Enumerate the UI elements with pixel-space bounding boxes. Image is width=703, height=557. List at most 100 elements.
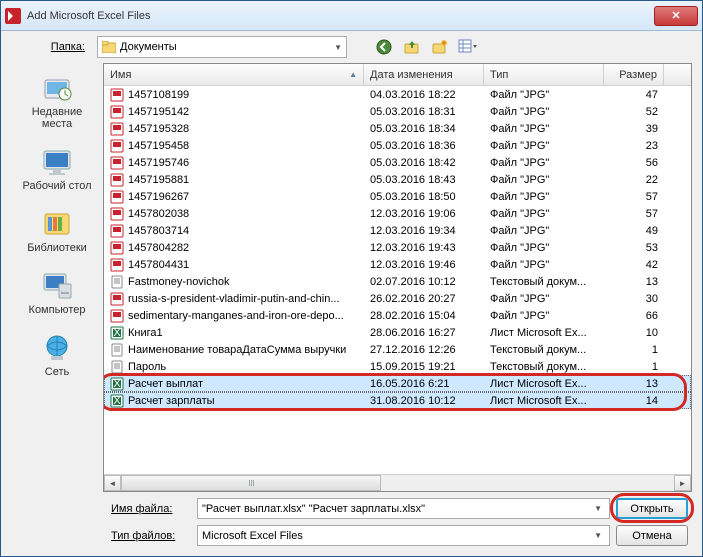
file-size: 22 (604, 174, 664, 186)
window-title: Add Microsoft Excel Files (27, 10, 654, 22)
file-row[interactable]: 145719574605.03.2016 18:42Файл "JPG"56 (104, 154, 691, 171)
file-row[interactable]: 145719532805.03.2016 18:34Файл "JPG"39 (104, 120, 691, 137)
file-type: Лист Microsoft Ex... (484, 327, 604, 339)
place-network[interactable]: Сеть (17, 327, 97, 383)
filename-combobox[interactable]: "Расчет выплат.xlsx" "Расчет зарплаты.xl… (197, 498, 610, 519)
file-type: Текстовый докум... (484, 344, 604, 356)
scroll-thumb[interactable] (121, 475, 381, 491)
place-label: Библиотеки (27, 242, 87, 254)
place-libraries[interactable]: Библиотеки (17, 203, 97, 259)
scroll-right-button[interactable]: ► (674, 475, 691, 491)
file-date: 27.12.2016 12:26 (364, 344, 484, 356)
file-row[interactable]: 145780443112.03.2016 19:46Файл "JPG"42 (104, 256, 691, 273)
scroll-left-button[interactable]: ◄ (104, 475, 121, 491)
places-bar: Недавние места Рабочий стол Библиотеки К… (11, 63, 103, 492)
file-listing: Имя▲ Дата изменения Тип Размер 145710819… (103, 63, 692, 492)
file-row[interactable]: 145719545805.03.2016 18:36Файл "JPG"23 (104, 137, 691, 154)
file-row[interactable]: 145719514205.03.2016 18:31Файл "JPG"52 (104, 103, 691, 120)
file-row[interactable]: 145719588105.03.2016 18:43Файл "JPG"22 (104, 171, 691, 188)
file-row[interactable]: 145719626705.03.2016 18:50Файл "JPG"57 (104, 188, 691, 205)
place-label: Рабочий стол (22, 180, 91, 192)
place-desktop[interactable]: Рабочий стол (17, 141, 97, 197)
file-row[interactable]: 145710819904.03.2016 18:22Файл "JPG"47 (104, 86, 691, 103)
file-list[interactable]: 145710819904.03.2016 18:22Файл "JPG"4714… (104, 86, 691, 474)
file-type-icon (110, 224, 124, 238)
file-size: 56 (604, 157, 664, 169)
file-size: 66 (604, 310, 664, 322)
file-name: 1457804282 (128, 242, 189, 254)
file-row[interactable]: 145780428212.03.2016 19:43Файл "JPG"53 (104, 239, 691, 256)
place-label: Сеть (45, 366, 69, 378)
file-type: Лист Microsoft Ex... (484, 395, 604, 407)
adobe-pdf-icon (5, 8, 21, 24)
folder-combobox-text: Документы (120, 41, 330, 53)
file-type-icon (110, 139, 124, 153)
column-date[interactable]: Дата изменения (364, 64, 484, 85)
close-button[interactable]: ✕ (654, 6, 698, 26)
file-name: 1457195458 (128, 140, 189, 152)
file-name: 1457196267 (128, 191, 189, 203)
column-headers: Имя▲ Дата изменения Тип Размер (104, 64, 691, 86)
file-name: 1457195881 (128, 174, 189, 186)
up-folder-icon (404, 39, 420, 55)
file-row[interactable]: Наименование товараДатаСумма выручки27.1… (104, 341, 691, 358)
file-name: Расчет зарплаты (128, 395, 215, 407)
chevron-down-icon: ▼ (334, 43, 342, 52)
file-row[interactable]: 145780203812.03.2016 19:06Файл "JPG"57 (104, 205, 691, 222)
file-type: Файл "JPG" (484, 89, 604, 101)
column-size[interactable]: Размер (604, 64, 664, 85)
back-button[interactable] (373, 36, 395, 58)
file-size: 13 (604, 276, 664, 288)
titlebar: Add Microsoft Excel Files ✕ (1, 1, 702, 31)
file-type-icon (110, 258, 124, 272)
libraries-icon (41, 208, 73, 240)
file-row[interactable]: sedimentary-manganes-and-iron-ore-depo..… (104, 307, 691, 324)
file-type-icon: X (110, 394, 124, 408)
file-date: 05.03.2016 18:42 (364, 157, 484, 169)
file-row[interactable]: Fastmoney-novichok02.07.2016 10:12Тексто… (104, 273, 691, 290)
cancel-button[interactable]: Отмена (616, 525, 688, 546)
file-date: 04.03.2016 18:22 (364, 89, 484, 101)
column-type[interactable]: Тип (484, 64, 604, 85)
file-type: Файл "JPG" (484, 310, 604, 322)
svg-text:X: X (113, 327, 121, 339)
file-type-icon (110, 122, 124, 136)
file-name: Пароль (128, 361, 166, 373)
file-date: 31.08.2016 10:12 (364, 395, 484, 407)
file-type-icon (110, 190, 124, 204)
scroll-track[interactable] (121, 475, 674, 491)
filename-label: Имя файла: (21, 503, 191, 515)
file-size: 42 (604, 259, 664, 271)
file-row[interactable]: XКнига128.06.2016 16:27Лист Microsoft Ex… (104, 324, 691, 341)
file-date: 28.06.2016 16:27 (364, 327, 484, 339)
sort-asc-icon: ▲ (349, 70, 357, 79)
folder-combobox[interactable]: Документы ▼ (97, 36, 347, 58)
file-size: 57 (604, 208, 664, 220)
column-name[interactable]: Имя▲ (104, 64, 364, 85)
up-one-level-button[interactable] (401, 36, 423, 58)
desktop-icon (41, 146, 73, 178)
file-size: 1 (604, 344, 664, 356)
filetype-combobox[interactable]: Microsoft Excel Files ▼ (197, 525, 610, 546)
horizontal-scrollbar[interactable]: ◄ ► (104, 474, 691, 491)
place-computer[interactable]: Компьютер (17, 265, 97, 321)
file-type: Файл "JPG" (484, 123, 604, 135)
file-date: 15.09.2015 19:21 (364, 361, 484, 373)
file-date: 16.05.2016 6:21 (364, 378, 484, 390)
documents-folder-icon (102, 41, 116, 53)
file-row[interactable]: XРасчет выплат16.05.2016 6:21Лист Micros… (104, 375, 691, 392)
file-type-icon (110, 105, 124, 119)
file-row[interactable]: russia-s-president-vladimir-putin-and-ch… (104, 290, 691, 307)
file-type: Файл "JPG" (484, 208, 604, 220)
view-menu-button[interactable] (457, 36, 479, 58)
file-row[interactable]: 145780371412.03.2016 19:34Файл "JPG"49 (104, 222, 691, 239)
back-icon (376, 39, 392, 55)
filename-value: "Расчет выплат.xlsx" "Расчет зарплаты.xl… (202, 503, 591, 515)
new-folder-button[interactable] (429, 36, 451, 58)
open-button[interactable]: Открыть (616, 498, 688, 519)
file-type: Файл "JPG" (484, 242, 604, 254)
file-row[interactable]: Пароль15.09.2015 19:21Текстовый докум...… (104, 358, 691, 375)
file-date: 05.03.2016 18:31 (364, 106, 484, 118)
place-recent[interactable]: Недавние места (17, 67, 97, 135)
file-row[interactable]: X Расчет зарплаты 31.08.2016 10:12Лист Mic… (104, 392, 691, 409)
